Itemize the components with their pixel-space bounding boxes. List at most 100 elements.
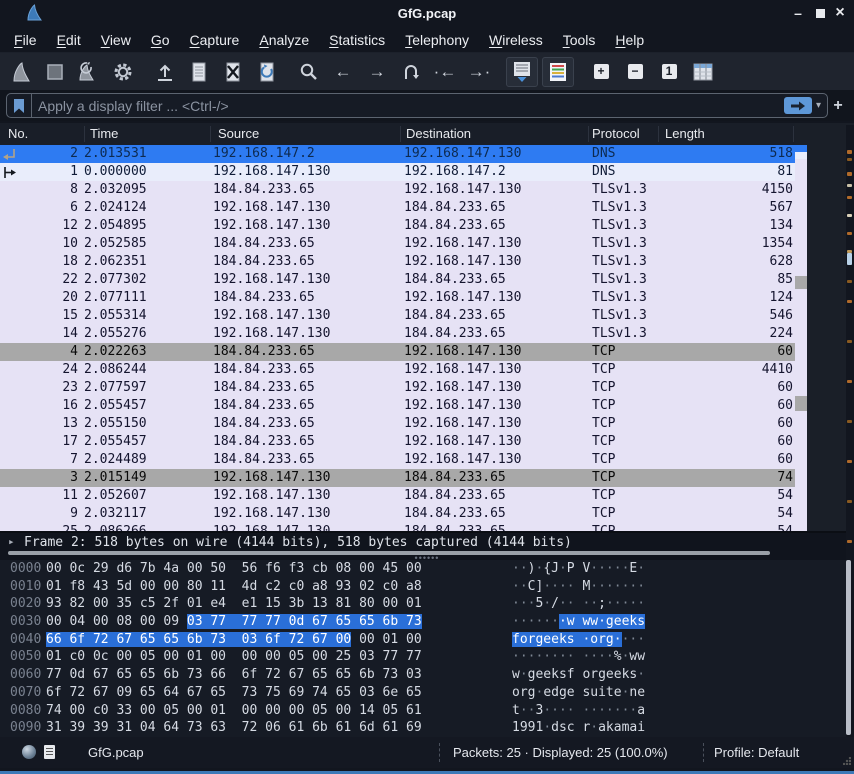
go-forward-button[interactable]: → <box>362 58 392 86</box>
resize-grip[interactable] <box>843 757 851 765</box>
scrollbar-mark <box>847 300 852 303</box>
cell-protocol: TLSv1.3 <box>592 307 647 325</box>
menu-item-statistics[interactable]: Statistics <box>319 32 395 48</box>
filter-dropdown-caret[interactable]: ▾ <box>816 100 821 111</box>
packet-row[interactable]: 23 2.077597 184.84.233.65 192.168.147.13… <box>0 379 795 397</box>
capture-comment-icon[interactable] <box>44 745 55 759</box>
go-back-button[interactable]: ← <box>328 58 358 86</box>
menu-item-edit[interactable]: Edit <box>47 32 91 48</box>
packet-row[interactable]: 15 2.055314 192.168.147.130 184.84.233.6… <box>0 307 795 325</box>
packet-row[interactable]: 11 2.052607 192.168.147.130 184.84.233.6… <box>0 487 795 505</box>
hex-row[interactable]: 0060 77 0d 67 65 65 6b 73 66 6f 72 67 65… <box>0 666 854 684</box>
menu-item-file[interactable]: File <box>4 32 47 48</box>
col-header-no[interactable]: No. <box>8 123 28 145</box>
packet-row[interactable]: 13 2.055150 184.84.233.65 192.168.147.13… <box>0 415 795 433</box>
menu-item-view[interactable]: View <box>91 32 141 48</box>
hex-row[interactable]: 0000 00 0c 29 d6 7b 4a 00 50 56 f6 f3 cb… <box>0 560 854 578</box>
col-header-length[interactable]: Length <box>665 123 705 145</box>
status-profile[interactable]: Profile: Default <box>714 737 799 768</box>
hex-row[interactable]: 0080 74 00 c0 33 00 05 00 01 00 00 00 05… <box>0 702 854 720</box>
col-header-time[interactable]: Time <box>90 123 118 145</box>
save-file-button[interactable] <box>184 58 214 86</box>
restart-capture-button[interactable] <box>74 58 104 86</box>
menu-item-capture[interactable]: Capture <box>180 32 250 48</box>
packet-row[interactable]: 10 2.052585 184.84.233.65 192.168.147.13… <box>0 235 795 253</box>
cell-protocol: TLSv1.3 <box>592 289 647 307</box>
filter-bar: Apply a display filter ... <Ctrl-/> ▾ + <box>0 90 854 121</box>
minimize-button[interactable]: – <box>788 0 808 28</box>
hex-row[interactable]: 0030 00 04 00 08 00 09 03 77 77 77 0d 67… <box>0 613 854 631</box>
packet-row[interactable]: 16 2.055457 184.84.233.65 192.168.147.13… <box>0 397 795 415</box>
cell-protocol: TCP <box>592 505 615 523</box>
auto-scroll-toggle[interactable] <box>506 57 538 87</box>
cell-destination: 184.84.233.65 <box>404 325 506 343</box>
hex-row[interactable]: 0070 6f 72 67 09 65 64 67 65 73 75 69 74… <box>0 684 854 702</box>
go-first-packet-button[interactable]: ·← <box>430 58 460 86</box>
packet-row[interactable]: 12 2.054895 192.168.147.130 184.84.233.6… <box>0 217 795 235</box>
bytes-pane-scrollbar-thumb[interactable] <box>846 560 851 735</box>
display-filter-input[interactable]: Apply a display filter ... <Ctrl-/> ▾ <box>6 93 828 118</box>
packet-row[interactable]: 22 2.077302 192.168.147.130 184.84.233.6… <box>0 271 795 289</box>
hex-offset: 0030 <box>10 613 41 631</box>
expert-info-icon[interactable] <box>22 745 36 759</box>
col-header-destination[interactable]: Destination <box>406 123 471 145</box>
start-capture-button[interactable] <box>6 58 36 86</box>
plus-icon: + <box>594 64 609 79</box>
packet-row[interactable]: 17 2.055457 184.84.233.65 192.168.147.13… <box>0 433 795 451</box>
zoom-in-button[interactable]: + <box>586 58 616 86</box>
packet-row[interactable]: 24 2.086244 184.84.233.65 192.168.147.13… <box>0 361 795 379</box>
hex-row[interactable]: 0020 93 82 00 35 c5 2f 01 e4 e1 15 3b 13… <box>0 595 854 613</box>
close-file-button[interactable] <box>218 58 248 86</box>
add-filter-button[interactable]: + <box>828 97 848 115</box>
menu-item-help[interactable]: Help <box>605 32 654 48</box>
capture-options-button[interactable] <box>108 58 138 86</box>
go-to-packet-button[interactable] <box>396 58 426 86</box>
hex-row[interactable]: 0040 66 6f 72 67 65 65 6b 73 03 6f 72 67… <box>0 631 854 649</box>
find-packet-button[interactable] <box>294 58 324 86</box>
detail-tree-row[interactable]: ▸ Frame 2: 518 bytes on wire (4144 bits)… <box>0 535 840 550</box>
packet-row[interactable]: 1 0.000000 192.168.147.130 192.168.147.2… <box>0 163 795 181</box>
packet-row[interactable]: 3 2.015149 192.168.147.130 184.84.233.65… <box>0 469 795 487</box>
packet-row[interactable]: 14 2.055276 192.168.147.130 184.84.233.6… <box>0 325 795 343</box>
zoom-normal-button[interactable]: 1 <box>654 58 684 86</box>
packet-row[interactable]: 6 2.024124 192.168.147.130 184.84.233.65… <box>0 199 795 217</box>
zoom-out-button[interactable]: − <box>620 58 650 86</box>
packet-row[interactable]: 18 2.062351 184.84.233.65 192.168.147.13… <box>0 253 795 271</box>
scrollbar-mark <box>847 280 852 283</box>
filter-bookmark-icon[interactable] <box>7 94 32 117</box>
cell-time: 2.055457 <box>84 433 147 451</box>
menu-item-wireless[interactable]: Wireless <box>479 32 553 48</box>
stop-capture-button[interactable] <box>40 58 70 86</box>
menu-item-telephony[interactable]: Telephony <box>395 32 479 48</box>
resize-columns-button[interactable] <box>688 58 718 86</box>
packet-row[interactable]: 2 2.013531 192.168.147.2 192.168.147.130… <box>0 145 795 163</box>
packet-row[interactable]: 7 2.024489 184.84.233.65 192.168.147.130… <box>0 451 795 469</box>
hex-row[interactable]: 0090 31 39 39 31 04 64 73 63 72 06 61 6b… <box>0 719 854 737</box>
maximize-button[interactable] <box>810 0 830 28</box>
menu-item-go[interactable]: Go <box>141 32 180 48</box>
menu-item-analyze[interactable]: Analyze <box>249 32 319 48</box>
packet-row[interactable]: 8 2.032095 184.84.233.65 192.168.147.130… <box>0 181 795 199</box>
packet-row[interactable]: 9 2.032117 192.168.147.130 184.84.233.65… <box>0 505 795 523</box>
cell-source: 192.168.147.130 <box>213 523 330 531</box>
go-last-packet-button[interactable]: →· <box>464 58 494 86</box>
packet-list-scrollbar[interactable] <box>795 145 807 531</box>
menu-item-tools[interactable]: Tools <box>553 32 606 48</box>
cell-no: 11 <box>0 487 78 505</box>
col-header-protocol[interactable]: Protocol <box>592 123 640 145</box>
cell-time: 2.013531 <box>84 145 147 163</box>
packet-row[interactable]: 25 2.086266 192.168.147.130 184.84.233.6… <box>0 523 795 531</box>
reload-file-button[interactable] <box>252 58 282 86</box>
expander-icon[interactable]: ▸ <box>8 535 15 548</box>
open-file-button[interactable] <box>150 58 180 86</box>
hex-row[interactable]: 0050 01 c0 0c 00 05 00 01 00 00 00 05 00… <box>0 648 854 666</box>
hex-offset: 0000 <box>10 560 41 578</box>
packet-row[interactable]: 4 2.022263 184.84.233.65 192.168.147.130… <box>0 343 795 361</box>
packet-row[interactable]: 20 2.077111 184.84.233.65 192.168.147.13… <box>0 289 795 307</box>
col-header-source[interactable]: Source <box>218 123 259 145</box>
scrollbar-mark <box>847 214 852 217</box>
apply-filter-button[interactable] <box>784 97 812 114</box>
hex-row[interactable]: 0010 01 f8 43 5d 00 00 80 11 4d c2 c0 a8… <box>0 578 854 596</box>
close-button[interactable]: × <box>830 0 850 28</box>
colorize-toggle[interactable] <box>542 57 574 87</box>
